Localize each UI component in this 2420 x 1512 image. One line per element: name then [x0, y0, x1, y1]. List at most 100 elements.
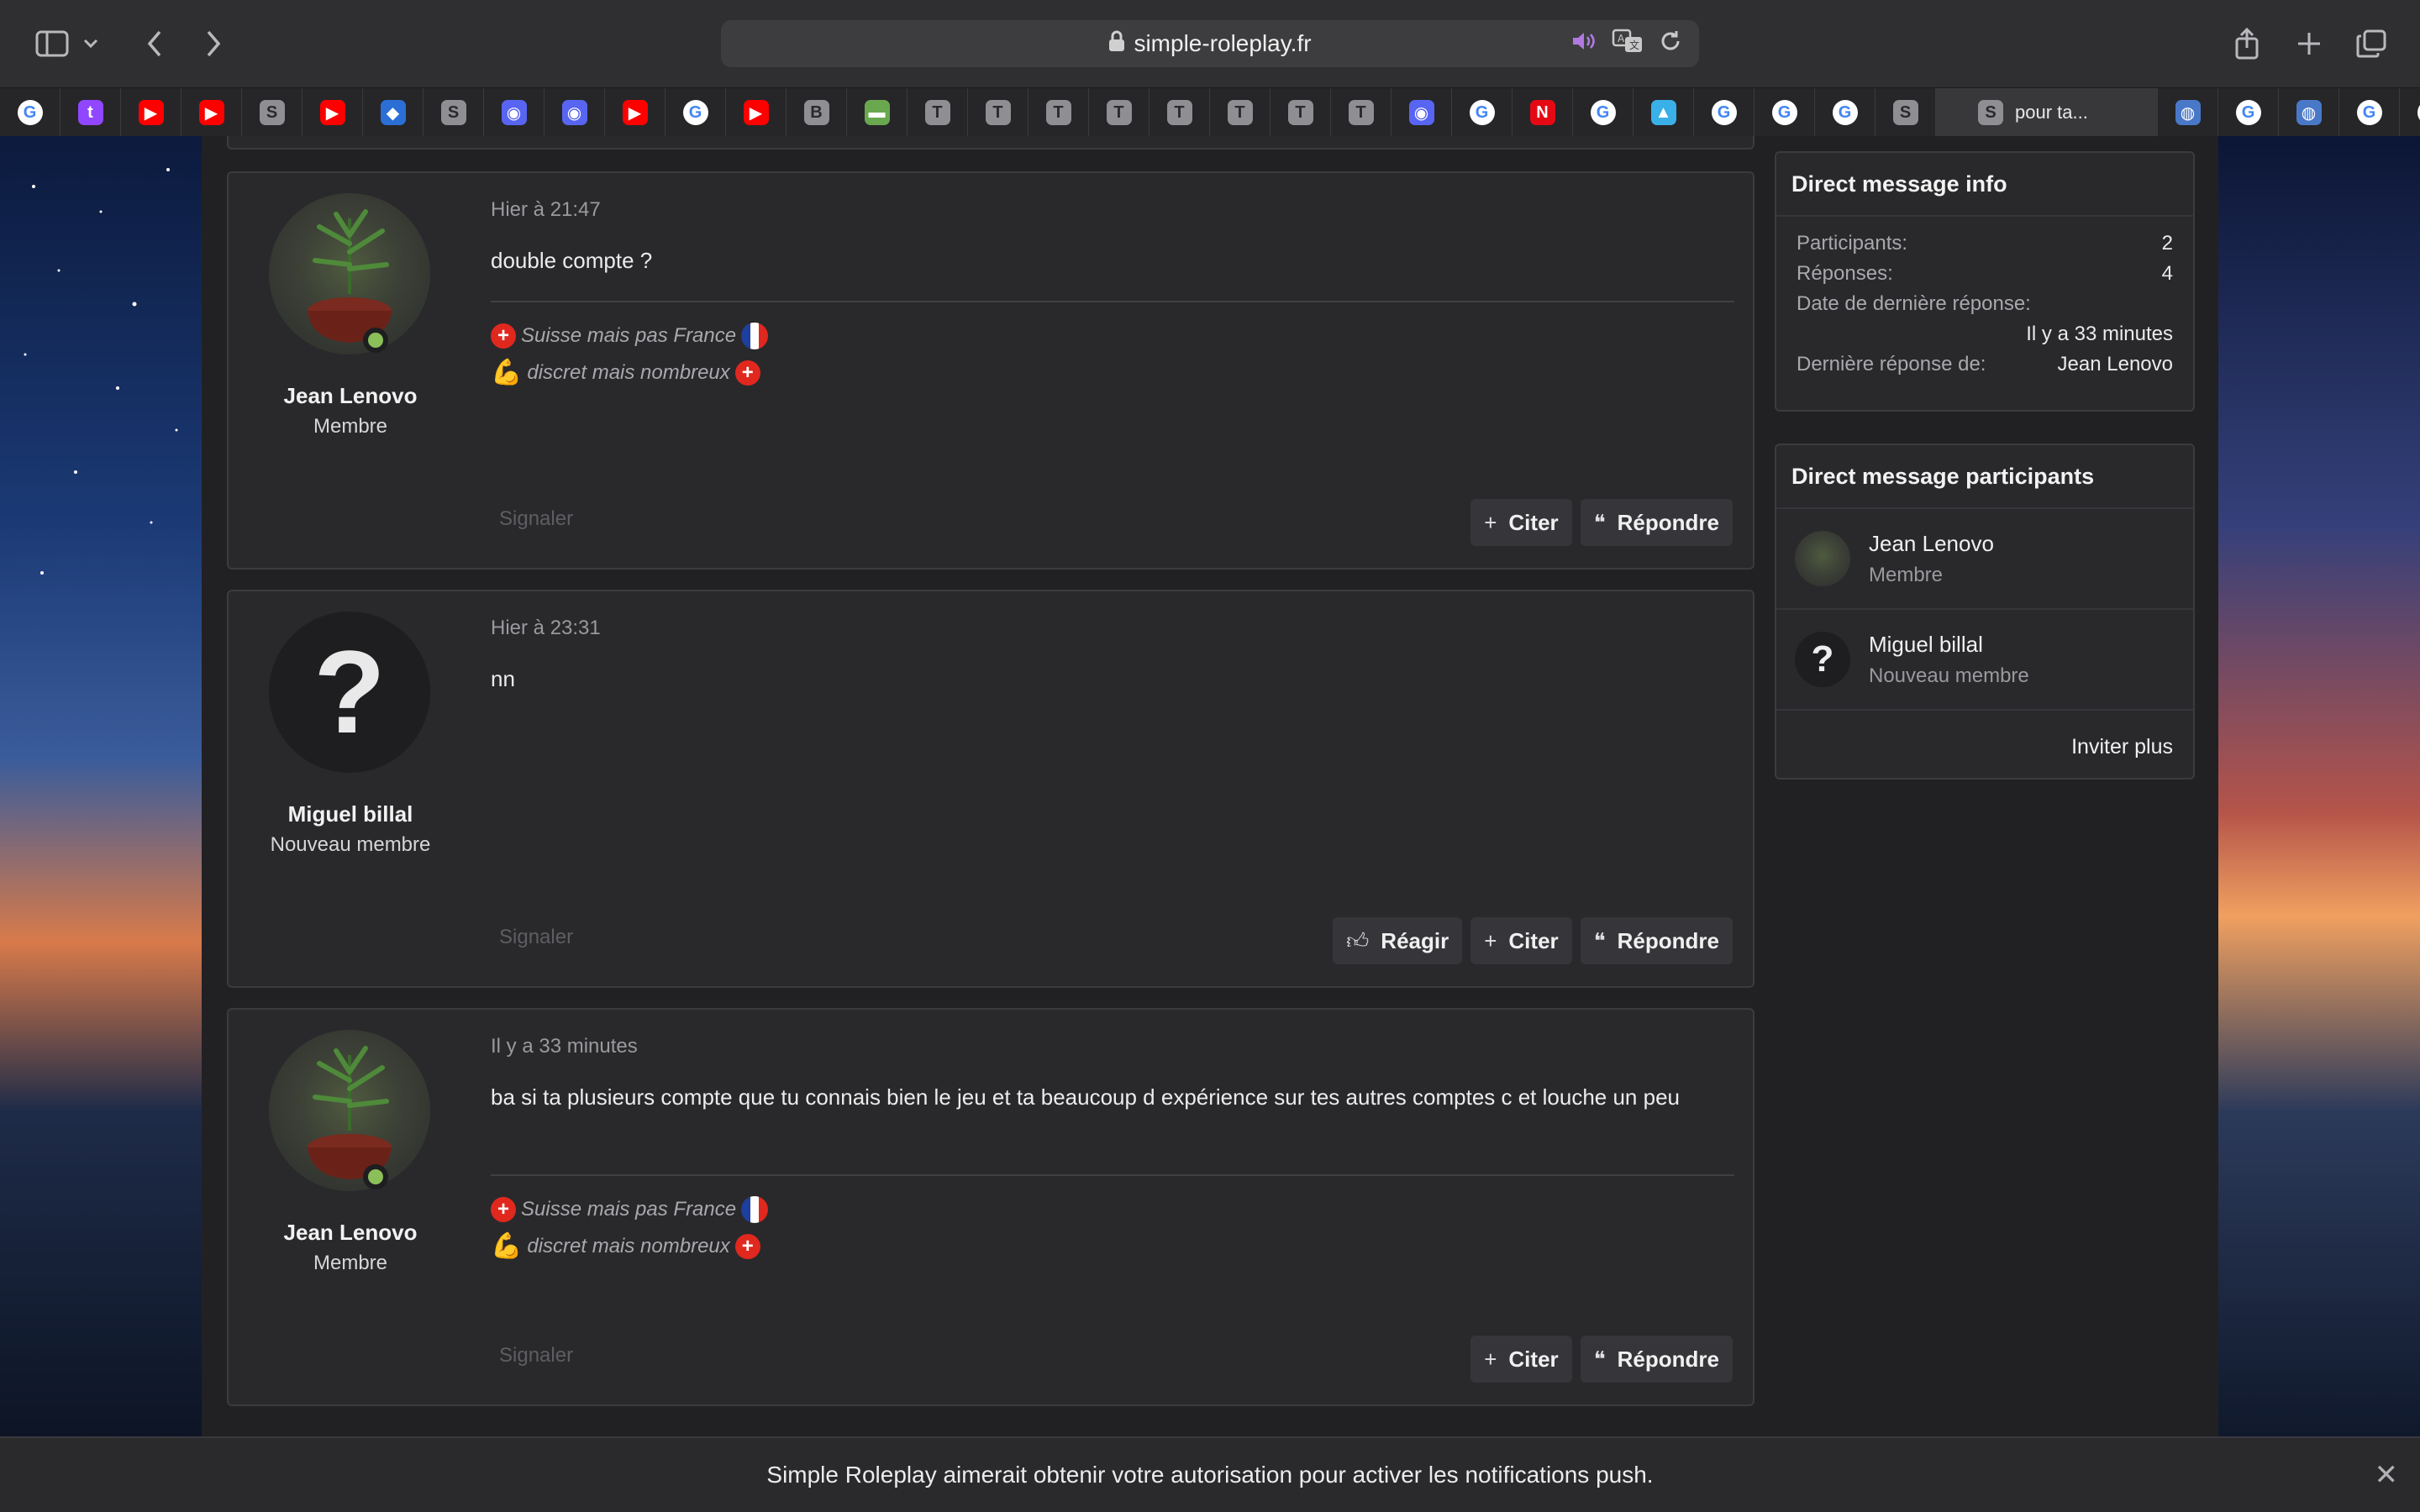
- new-tab-icon[interactable]: [2286, 20, 2333, 67]
- browser-tab[interactable]: T: [1150, 88, 1210, 137]
- site-t-icon: T: [1106, 100, 1132, 125]
- reply-button[interactable]: ❝ Répondre: [1580, 917, 1733, 964]
- participant-role: Membre: [1869, 563, 1944, 586]
- browser-tab[interactable]: G: [1573, 88, 1634, 137]
- notification-text: Simple Roleplay aimerait obtenir votre a…: [766, 1462, 1654, 1488]
- back-icon[interactable]: [131, 20, 178, 67]
- sidebar-toggle-icon[interactable]: [29, 20, 76, 67]
- reload-icon[interactable]: [1659, 29, 1682, 59]
- previous-post-edge: [227, 136, 1754, 150]
- post-text: ba si ta plusieurs compte que tu connais…: [491, 1084, 1680, 1110]
- participant-item[interactable]: Jean Lenovo Membre: [1776, 509, 2193, 610]
- browser-tab[interactable]: T: [1210, 88, 1270, 137]
- quote-button[interactable]: + Citer: [1470, 499, 1572, 546]
- browser-tab[interactable]: ▲: [1634, 88, 1694, 137]
- browser-tab[interactable]: T: [968, 88, 1028, 137]
- address-bar[interactable]: simple-roleplay.fr A文: [721, 20, 1699, 67]
- share-icon[interactable]: [2223, 20, 2270, 67]
- author-role: Nouveau membre: [270, 833, 431, 856]
- browser-tab[interactable]: B: [786, 88, 847, 137]
- online-status-icon: [363, 1164, 388, 1189]
- browser-tab[interactable]: ◉: [544, 88, 605, 137]
- browser-tab[interactable]: T: [908, 88, 968, 137]
- browser-tab[interactable]: ▶: [121, 88, 182, 137]
- browser-tab[interactable]: S: [1876, 88, 1936, 137]
- post-actions: + Citer ❝ Répondre: [1470, 499, 1733, 546]
- avatar[interactable]: [269, 193, 430, 354]
- site-b-icon: B: [803, 100, 829, 125]
- question-mark-icon: ?: [1811, 638, 1834, 680]
- browser-tab[interactable]: ▬: [847, 88, 908, 137]
- browser-tab[interactable]: ◆: [363, 88, 424, 137]
- report-link[interactable]: Signaler: [499, 507, 573, 531]
- author-name[interactable]: Jean Lenovo: [229, 1220, 472, 1246]
- avatar[interactable]: ?: [269, 612, 430, 773]
- plus-icon: +: [1484, 509, 1497, 535]
- browser-tab[interactable]: ▶: [302, 88, 363, 137]
- report-link[interactable]: Signaler: [499, 1344, 573, 1368]
- swiss-flag-icon: +: [491, 323, 516, 349]
- author-name[interactable]: Miguel billal: [229, 801, 472, 827]
- browser-tab[interactable]: ▶: [182, 88, 242, 137]
- quote-button[interactable]: + Citer: [1470, 1336, 1572, 1383]
- browser-tab[interactable]: ◉: [1392, 88, 1452, 137]
- browser-tab[interactable]: G: [1815, 88, 1876, 137]
- browser-tab[interactable]: G: [2218, 88, 2279, 137]
- browser-tab[interactable]: G: [0, 88, 60, 137]
- avatar[interactable]: [1795, 531, 1850, 586]
- browser-tab[interactable]: T: [1331, 88, 1392, 137]
- browser-tab[interactable]: N: [1512, 88, 1573, 137]
- signature-line-2: 💪 discret mais nombreux +: [491, 1231, 760, 1261]
- invite-more-link[interactable]: Inviter plus: [1776, 711, 2193, 783]
- browser-tab[interactable]: T: [1270, 88, 1331, 137]
- last-by-value[interactable]: Jean Lenovo: [2058, 353, 2173, 376]
- chevron-down-icon[interactable]: [74, 20, 108, 67]
- youtube-icon: ▶: [622, 100, 648, 125]
- browser-tab[interactable]: G: [666, 88, 726, 137]
- browser-tab[interactable]: G: [2339, 88, 2400, 137]
- active-browser-tab[interactable]: Spour ta...: [1936, 88, 2158, 137]
- post-date[interactable]: Hier à 23:31: [491, 617, 601, 640]
- browser-tab[interactable]: S: [424, 88, 484, 137]
- audio-playing-icon[interactable]: [1571, 30, 1597, 58]
- browser-tab[interactable]: ◉: [484, 88, 544, 137]
- browser-tab[interactable]: ◍: [2279, 88, 2339, 137]
- quote-button[interactable]: + Citer: [1470, 917, 1572, 964]
- site-t-icon: T: [1045, 100, 1071, 125]
- avatar[interactable]: [269, 1030, 430, 1191]
- author-name[interactable]: Jean Lenovo: [229, 383, 472, 409]
- browser-tab[interactable]: T: [1089, 88, 1150, 137]
- browser-tab[interactable]: G: [2400, 88, 2420, 137]
- forward-icon[interactable]: [190, 20, 237, 67]
- globe-icon: ◍: [2175, 100, 2201, 125]
- site-t-icon: T: [1287, 100, 1313, 125]
- last-date-value-row: Il y a 33 minutes: [1797, 319, 2173, 349]
- browser-tab[interactable]: ▶: [726, 88, 786, 137]
- participant-item[interactable]: ? Miguel billal Nouveau membre: [1776, 610, 2193, 711]
- browser-tab[interactable]: G: [1694, 88, 1754, 137]
- browser-tab[interactable]: T: [1028, 88, 1089, 137]
- direct-message-participants: Direct message participants Jean Lenovo …: [1775, 444, 2195, 780]
- youtube-icon: ▶: [138, 100, 164, 125]
- participant-name[interactable]: Jean Lenovo: [1869, 531, 1994, 557]
- report-link[interactable]: Signaler: [499, 926, 573, 949]
- browser-tab[interactable]: G: [1452, 88, 1512, 137]
- netflix-icon: N: [1529, 100, 1555, 125]
- react-button[interactable]: 👍︎ Réagir: [1333, 917, 1463, 964]
- translate-icon[interactable]: A文: [1612, 29, 1644, 60]
- browser-tab[interactable]: G: [1754, 88, 1815, 137]
- reply-button[interactable]: ❝ Répondre: [1580, 499, 1733, 546]
- browser-tab[interactable]: ▶: [605, 88, 666, 137]
- post-date[interactable]: Hier à 21:47: [491, 198, 601, 222]
- tab-overview-icon[interactable]: [2348, 20, 2395, 67]
- reply-button[interactable]: ❝ Répondre: [1580, 1336, 1733, 1383]
- message-post: ? Miguel billal Nouveau membre Hier à 23…: [227, 590, 1754, 988]
- last-date-value[interactable]: Il y a 33 minutes: [2026, 323, 2173, 346]
- participant-name[interactable]: Miguel billal: [1869, 632, 2029, 658]
- avatar[interactable]: ?: [1795, 632, 1850, 687]
- browser-tab[interactable]: ◍: [2158, 88, 2218, 137]
- browser-tab[interactable]: t: [60, 88, 121, 137]
- browser-tab[interactable]: S: [242, 88, 302, 137]
- post-date[interactable]: Il y a 33 minutes: [491, 1035, 638, 1058]
- close-icon[interactable]: ✕: [2375, 1458, 2399, 1492]
